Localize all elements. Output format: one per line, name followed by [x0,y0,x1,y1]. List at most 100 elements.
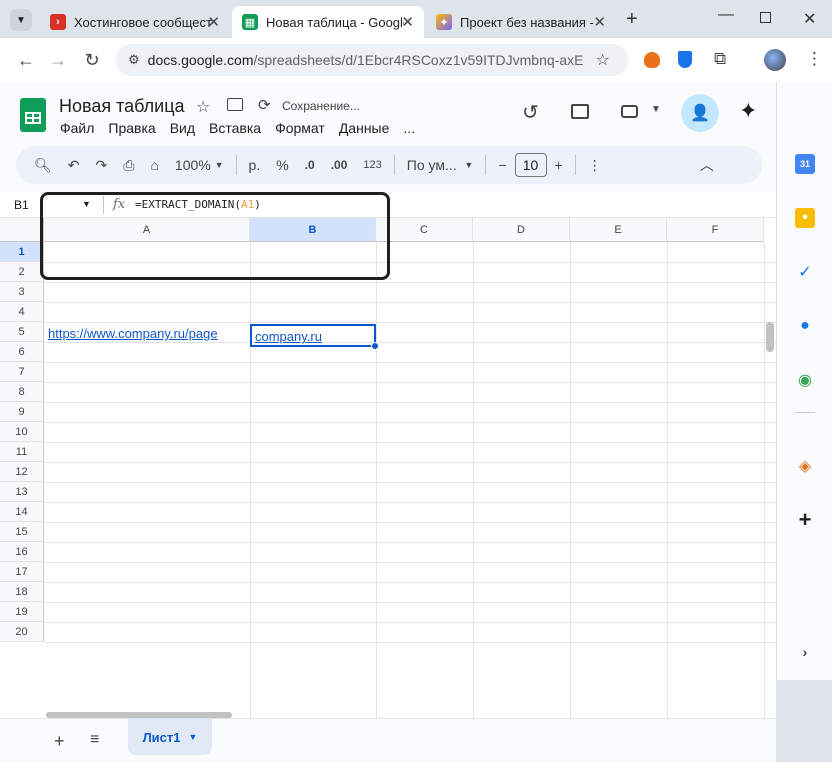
row-header[interactable]: 2 [0,262,44,282]
row-header[interactable]: 20 [0,622,44,642]
profile-avatar[interactable] [764,49,786,71]
menu-view[interactable]: Вид [170,120,195,136]
maps-icon[interactable]: ◉ [795,370,815,390]
row-header[interactable]: 17 [0,562,44,582]
maximize-button[interactable] [760,12,771,23]
tab-project[interactable]: ✦ Проект без названия - Р ✕ [426,6,616,38]
row-header-1[interactable]: 1 [0,242,44,262]
currency-format-button[interactable]: р. [249,157,261,173]
row-header[interactable]: 9 [0,402,44,422]
toolbar-divider [235,155,237,175]
contacts-icon[interactable]: ● [795,316,815,336]
cell-b1[interactable]: company.ru [250,324,379,350]
collapse-menu-icon[interactable]: ︿ [700,155,714,175]
spreadsheet-grid[interactable]: A B C D E F 1 2 3 4 5 6 7 8 9 10 11 12 1… [0,218,776,718]
cell-a1[interactable]: https://www.company.ru/page [48,326,248,341]
column-header-d[interactable]: D [473,218,570,242]
fox-extension-icon[interactable] [644,52,660,68]
row-header[interactable]: 10 [0,422,44,442]
column-header-f[interactable]: F [667,218,764,242]
close-tab-icon[interactable]: ✕ [207,13,220,31]
column-header-e[interactable]: E [570,218,667,242]
tab-search-icon[interactable]: ▼ [10,9,32,31]
row-header[interactable]: 14 [0,502,44,522]
menu-file[interactable]: Файл [60,120,94,136]
menu-data[interactable]: Данные [339,120,390,136]
row-header[interactable]: 5 [0,322,44,342]
increase-decimal-button[interactable]: .00 [331,158,348,172]
calendar-icon[interactable]: 31 [795,154,815,174]
tab-hosting[interactable]: › Хостинговое сообщество ✕ [40,6,230,38]
select-all-corner[interactable] [0,218,44,242]
meet-dropdown-icon[interactable]: ▼ [651,104,661,115]
office-addon-icon[interactable]: ◈ [795,456,815,476]
redo-icon[interactable]: ↷ [96,157,108,174]
row-header[interactable]: 8 [0,382,44,402]
percent-format-button[interactable]: % [276,157,288,173]
row-header[interactable]: 4 [0,302,44,322]
site-info-icon[interactable]: ⚙ [128,52,140,68]
add-sheet-button[interactable]: + [54,731,65,752]
row-header[interactable]: 13 [0,482,44,502]
font-size-decrease[interactable]: − [498,157,506,173]
font-size-increase[interactable]: + [555,157,563,173]
document-title[interactable]: Новая таблица [59,96,185,117]
address-bar[interactable]: ⚙ docs.google.com /spreadsheets/d/1Ebcr4… [116,44,628,76]
zoom-select[interactable]: 100% ▼ [175,157,224,173]
font-select[interactable]: По ум... ▼ [407,157,474,173]
reload-button[interactable]: ↻ [80,48,104,72]
share-button[interactable]: 👤 [681,94,719,132]
tab-sheets[interactable]: ▦ Новая таблица - Google ✕ [232,6,424,38]
sheet-tab-active[interactable]: Лист1 ▼ [128,719,212,755]
close-tab-icon[interactable]: ✕ [593,13,606,31]
expand-side-panel-icon[interactable]: › [795,642,815,662]
decrease-decimal-button[interactable]: .0 [305,158,315,172]
star-icon[interactable]: ☆ [196,97,210,117]
gemini-icon[interactable]: ✦ [739,98,757,124]
close-tab-icon[interactable]: ✕ [401,13,414,31]
forward-button[interactable]: → [46,48,70,72]
row-header[interactable]: 3 [0,282,44,302]
history-icon[interactable]: ↺ [522,100,539,125]
row-header[interactable]: 15 [0,522,44,542]
menu-bar: Файл Правка Вид Вставка Формат Данные ..… [60,120,429,136]
all-sheets-menu-icon[interactable]: ≡ [90,731,99,749]
comments-icon[interactable] [571,104,589,119]
browser-menu-icon[interactable]: ⋮ [806,49,823,69]
menu-format[interactable]: Формат [275,120,325,136]
move-folder-icon[interactable] [227,98,243,111]
shield-extension-icon[interactable] [678,51,692,68]
back-button[interactable]: ← [14,48,38,72]
keep-icon[interactable]: • [795,208,815,228]
close-window-button[interactable]: ✕ [803,9,816,29]
row-header[interactable]: 7 [0,362,44,382]
paint-format-icon[interactable]: ⌂ [150,157,158,173]
undo-icon[interactable]: ↶ [68,157,80,174]
tasks-icon[interactable]: ✓ [795,262,815,282]
search-menu-icon[interactable]: 🔍︎ [34,157,52,174]
name-box[interactable]: B1 [14,198,29,212]
minimize-button[interactable]: — [718,6,734,24]
get-addons-icon[interactable]: + [795,507,815,532]
menu-more[interactable]: ... [403,120,415,136]
sheets-logo-icon[interactable] [20,98,46,132]
fill-handle[interactable] [371,342,379,350]
extensions-puzzle-icon[interactable]: ⧉ [714,49,726,69]
row-header[interactable]: 18 [0,582,44,602]
row-header[interactable]: 11 [0,442,44,462]
font-size-input[interactable]: 10 [514,153,547,177]
row-header[interactable]: 19 [0,602,44,622]
vertical-scrollbar[interactable] [766,322,774,352]
bookmark-star-icon[interactable]: ☆ [596,50,610,70]
menu-insert[interactable]: Вставка [209,120,261,136]
print-icon[interactable]: ⎙ [123,157,134,174]
new-tab-button[interactable]: + [626,8,638,31]
row-header[interactable]: 12 [0,462,44,482]
row-header[interactable]: 16 [0,542,44,562]
row-header[interactable]: 6 [0,342,44,362]
more-tools-icon[interactable]: ⋮ [588,157,602,174]
meet-icon[interactable] [621,105,638,118]
more-formats-button[interactable]: 123 [363,159,381,171]
column-header-c[interactable]: C [376,218,473,242]
menu-edit[interactable]: Правка [108,120,155,136]
